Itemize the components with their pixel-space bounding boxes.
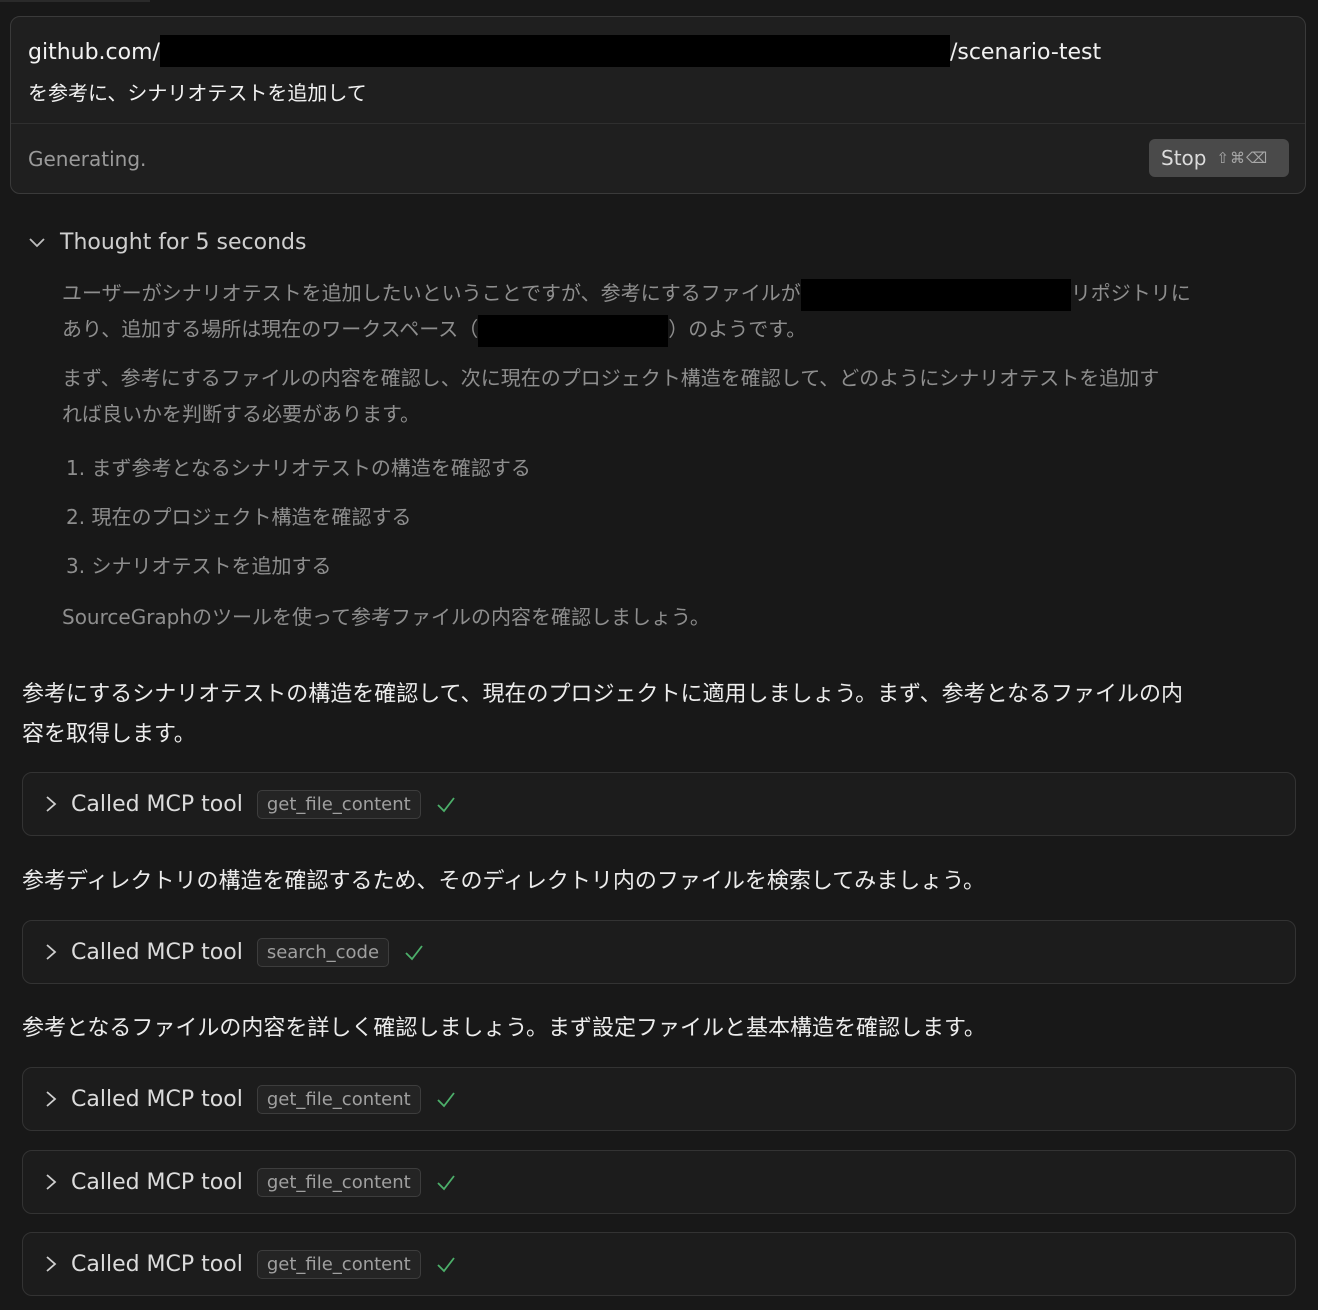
top-divider [0,0,150,2]
prompt-message[interactable]: github.com/ /scenario-test を参考に、シナリオテストを追… [11,17,1305,124]
chevron-right-icon [46,1091,57,1107]
generating-status: Generating. [28,147,147,171]
thought-text: リポジトリに [1070,281,1191,305]
thought-paragraph: まず、参考にするファイルの内容を確認し、次に現在のプロジェクト構造を確認して、ど… [62,366,1160,390]
chevron-right-icon [46,1256,57,1272]
tool-name-chip: get_file_content [256,1167,421,1197]
tool-name-chip: get_file_content [256,1249,421,1279]
chevron-right-icon [46,944,57,960]
thought-list-item: 1. まず参考となるシナリオテストの構造を確認する [66,456,531,480]
assistant-message: 容を取得します。 [22,722,196,747]
thought-toggle[interactable]: Thought for 5 seconds [26,226,306,258]
tool-call-card[interactable]: Called MCP tool get_file_content [22,1232,1296,1296]
tool-call-card[interactable]: Called MCP tool get_file_content [22,1067,1296,1131]
tool-name-chip: get_file_content [256,1084,421,1114]
thought-text: あり、追加する場所は現在のワークスペース（ [62,317,479,341]
chat-panel: github.com/ /scenario-test を参考に、シナリオテストを追… [0,0,1318,1310]
user-prompt-box: github.com/ /scenario-test を参考に、シナリオテストを追… [10,16,1306,194]
assistant-message: 参考にするシナリオテストの構造を確認して、現在のプロジェクトに適用しましょう。ま… [22,682,1183,707]
prompt-line-1: github.com/ /scenario-test [28,35,1102,67]
tool-call-label: Called MCP tool [71,1086,243,1112]
thought-paragraph: あり、追加する場所は現在のワークスペース（ ）のようです。 [62,313,806,347]
redacted-block [159,35,950,67]
tool-call-card[interactable]: Called MCP tool get_file_content [22,772,1296,836]
thought-paragraph: ユーザーがシナリオテストを追加したいということですが、参考にするファイルが リポジ… [62,277,1191,311]
check-icon [405,945,423,961]
assistant-message: 参考となるファイルの内容を詳しく確認しましょう。まず設定ファイルと基本構造を確認… [22,1016,986,1041]
tool-name-chip: get_file_content [256,789,421,819]
prompt-line-2: を参考に、シナリオテストを追加して [28,81,367,105]
redacted-block [800,278,1071,311]
tool-call-card[interactable]: Called MCP tool search_code [22,920,1296,984]
check-icon [437,797,455,813]
chevron-right-icon [46,796,57,812]
thought-paragraph: SourceGraphのツールを使って参考ファイルの内容を確認しましょう。 [62,605,710,629]
thought-paragraph: れば良いかを判断する必要があります。 [62,402,420,426]
thought-text: ）のようです。 [668,317,807,341]
stop-button[interactable]: Stop ⇧⌘⌫ [1149,139,1289,177]
chevron-down-icon [29,238,45,248]
check-icon [437,1257,455,1273]
tool-call-label: Called MCP tool [71,1251,243,1277]
tool-call-label: Called MCP tool [71,1169,243,1195]
tool-call-label: Called MCP tool [71,939,243,965]
redacted-block [478,314,669,347]
stop-button-label: Stop [1161,146,1207,170]
tool-call-card[interactable]: Called MCP tool get_file_content [22,1150,1296,1214]
check-icon [437,1175,455,1191]
thought-text: ユーザーがシナリオテストを追加したいということですが、参考にするファイルが [62,281,801,305]
chevron-right-icon [46,1174,57,1190]
stop-shortcut-hint: ⇧⌘⌫ [1216,149,1269,167]
thought-list-item: 2. 現在のプロジェクト構造を確認する [66,505,412,529]
tool-call-label: Called MCP tool [71,791,243,817]
thought-list-item: 3. シナリオテストを追加する [66,554,332,578]
prompt-url-prefix: github.com/ [28,40,160,65]
check-icon [437,1092,455,1108]
prompt-url-suffix: /scenario-test [949,40,1102,65]
thought-title: Thought for 5 seconds [60,229,307,255]
assistant-message: 参考ディレクトリの構造を確認するため、そのディレクトリ内のファイルを検索してみま… [22,869,985,894]
tool-name-chip: search_code [256,937,390,967]
